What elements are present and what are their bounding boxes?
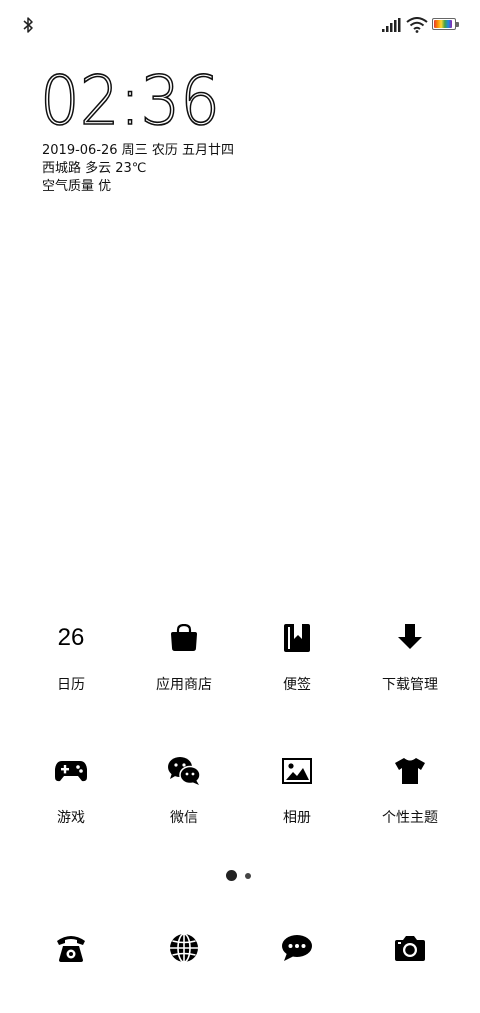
page-dot-active[interactable]	[226, 870, 237, 881]
weather-line: 西城路 多云 23℃	[42, 161, 147, 176]
wechat-icon	[164, 751, 204, 791]
page-dot[interactable]	[245, 873, 251, 879]
tshirt-icon	[390, 751, 430, 791]
download-arrow-icon	[390, 618, 430, 658]
lockscreen-info: 2019-06-26 周三 农历 五月廿四 西城路 多云 23℃ 空气质量 优	[42, 142, 234, 196]
app-label: 下载管理	[382, 677, 438, 693]
status-bar	[0, 0, 480, 48]
bluetooth-icon	[23, 17, 33, 33]
calendar-icon: 26	[51, 618, 91, 658]
app-label: 应用商店	[156, 677, 212, 693]
messages-icon	[282, 935, 312, 961]
cellular-signal-icon	[382, 18, 401, 32]
app-label: 微信	[170, 810, 198, 826]
shopping-bag-icon	[164, 618, 204, 658]
battery-icon	[432, 18, 460, 32]
app-label: 相册	[283, 810, 311, 826]
dock-phone-icon[interactable]	[51, 928, 91, 968]
page-indicator[interactable]	[226, 870, 256, 882]
clock-time: 02:36	[40, 62, 220, 141]
date-line: 2019-06-26 周三 农历 五月廿四	[42, 143, 234, 158]
gallery-icon	[277, 751, 317, 791]
app-label: 日历	[57, 677, 85, 693]
camera-icon	[395, 936, 425, 961]
gamepad-icon	[51, 751, 91, 791]
dock-messages-icon[interactable]	[277, 928, 317, 968]
air-quality-line: 空气质量 优	[42, 179, 112, 194]
wifi-icon	[406, 17, 428, 33]
app-label: 便签	[283, 677, 311, 693]
app-label: 个性主题	[382, 810, 438, 826]
lockscreen-clock: 02:36	[39, 61, 300, 142]
browser-globe-icon	[170, 933, 198, 963]
phone-icon	[57, 936, 85, 962]
dock-camera-icon[interactable]	[390, 928, 430, 968]
calendar-day-number: 26	[57, 624, 85, 651]
app-label: 游戏	[57, 810, 85, 826]
bookmark-notes-icon	[277, 618, 317, 658]
dock-browser-icon[interactable]	[164, 928, 204, 968]
